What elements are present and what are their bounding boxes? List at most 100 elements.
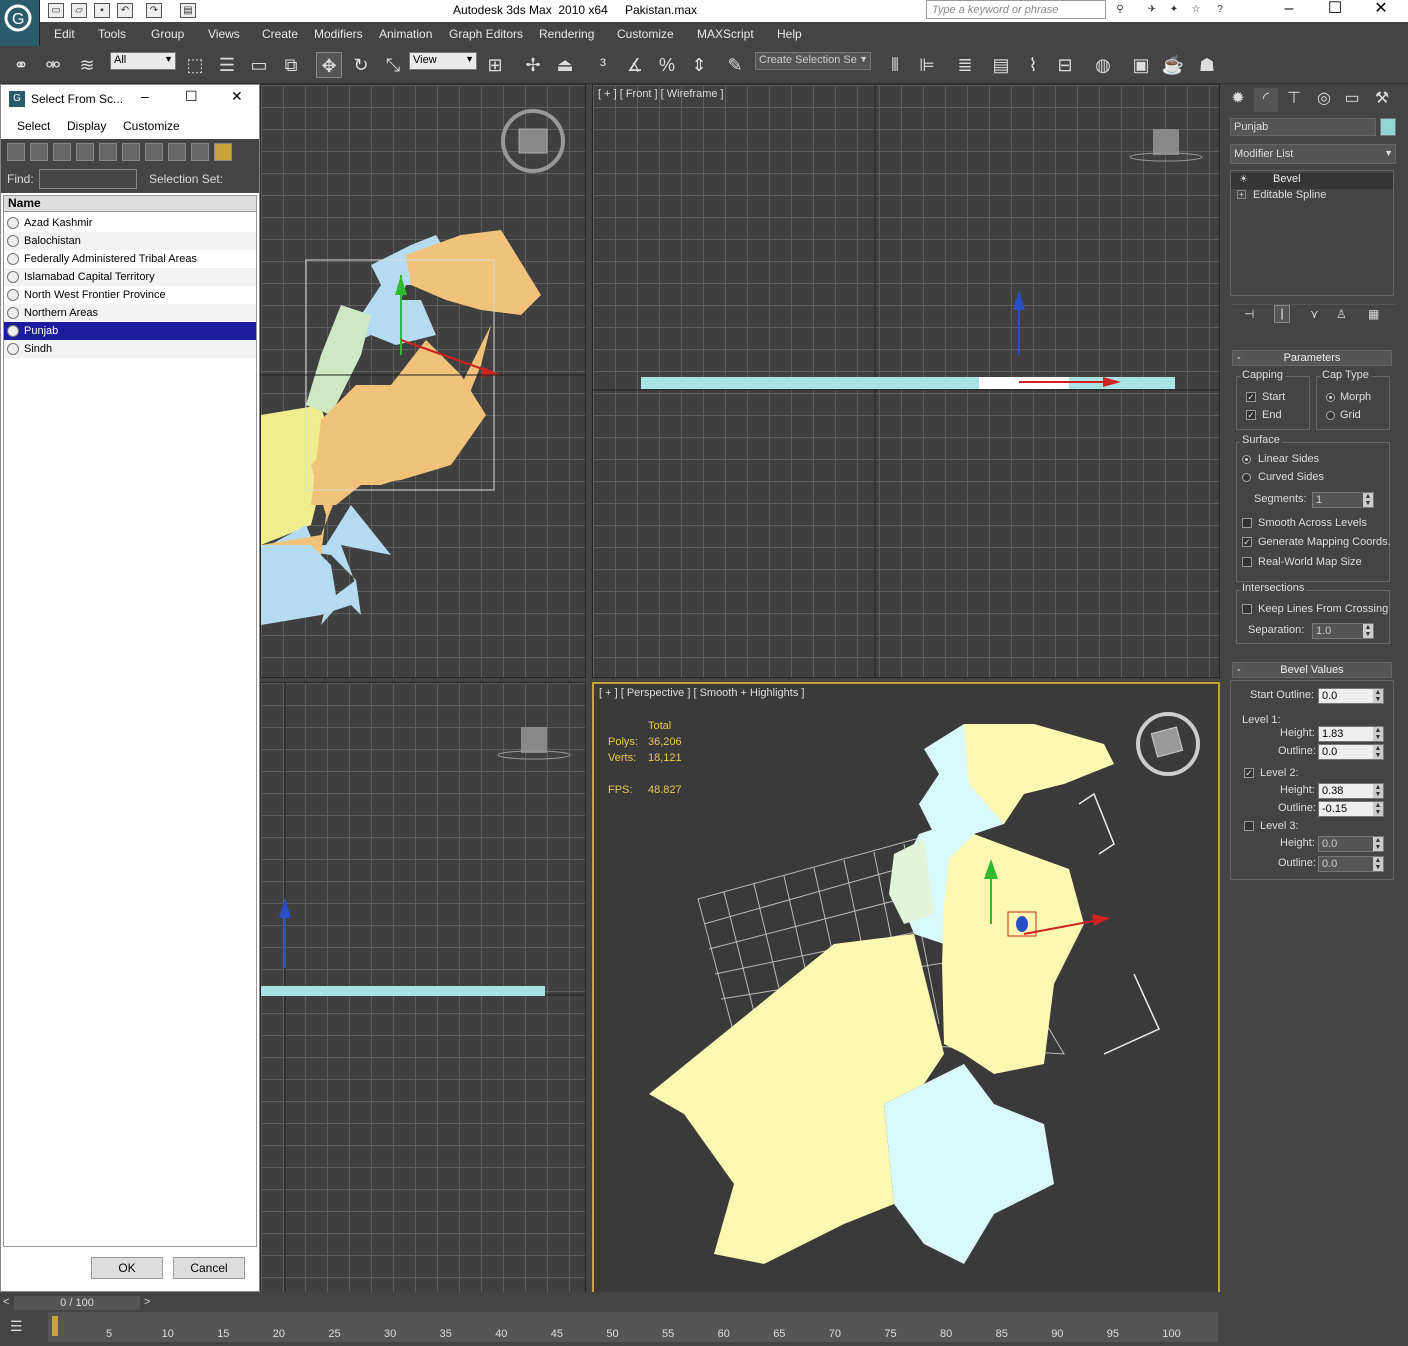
snaps-toggle-icon[interactable]: ³ [590,52,616,78]
dialog-minimize-button[interactable]: – [141,88,149,104]
new-file-icon[interactable]: ▭ [48,3,64,18]
menu-customize[interactable]: Customize [617,27,674,41]
cap-end-checkbox[interactable]: ✓ [1246,410,1256,420]
expand-icon[interactable]: + [1237,190,1246,199]
list-item-balochistan[interactable]: Balochistan [4,232,256,250]
hierarchy-tab-icon[interactable]: ⊤ [1282,88,1306,112]
pin-stack-icon[interactable]: ⊣ [1244,307,1254,321]
level1-height-spinner[interactable]: 1.83 ▲ ▼ [1318,726,1384,742]
filter-xrefs-icon[interactable] [168,143,186,161]
rendered-frame-icon[interactable]: ☕ [1160,52,1186,78]
find-input[interactable] [39,169,137,189]
percent-snap-icon[interactable]: % [654,52,680,78]
binoculars-icon[interactable]: ⚲ [1112,3,1128,18]
render-setup-icon[interactable]: ▣ [1128,52,1154,78]
create-tab-icon[interactable]: ✹ [1226,88,1250,112]
track-bar-icon[interactable]: ☰ [10,1318,23,1335]
level2-height-spinner[interactable]: 0.38 ▲ ▼ [1318,783,1384,799]
level3-height-spinner[interactable]: 0.0 ▲ ▼ [1318,836,1384,852]
list-item-islamabad[interactable]: Islamabad Capital Territory [4,268,256,286]
curved-sides-radio[interactable] [1242,473,1251,482]
named-selection-set-dropdown[interactable]: Create Selection Se ▼ [755,52,871,70]
menu-animation[interactable]: Animation [379,27,432,41]
dialog-title-bar[interactable]: G Select From Sc... – ☐ ✕ [1,85,259,113]
show-end-result-icon[interactable]: | [1274,305,1290,323]
real-world-checkbox[interactable] [1242,557,1252,567]
app-logo-icon[interactable]: G [0,0,40,46]
favorites-icon[interactable]: ☆ [1188,3,1204,18]
modify-tab-icon[interactable]: ◜ [1254,88,1278,112]
time-marker[interactable] [52,1316,58,1336]
unlink-icon[interactable]: ⚮ [40,52,66,78]
start-outline-spinner[interactable]: 0.0 ▲ ▼ [1318,688,1384,704]
project-folder-icon[interactable]: ▤ [180,3,196,18]
bevel-values-rollout[interactable]: - Bevel Values [1232,662,1392,678]
manipulate-icon[interactable]: ✢ [520,52,546,78]
filter-helpers-icon[interactable] [99,143,117,161]
dialog-maximize-button[interactable]: ☐ [185,88,198,105]
stack-item-bevel[interactable]: Bevel [1231,173,1393,189]
list-item-sindh[interactable]: Sindh [4,340,256,358]
pivot-center-icon[interactable]: ⊞ [482,52,508,78]
separation-spinner[interactable]: 1.0 ▲ ▼ [1312,623,1374,639]
maximize-button[interactable]: ☐ [1312,0,1358,20]
object-name-field[interactable]: Punjab [1230,118,1376,136]
link-icon[interactable]: ⚭ [8,52,34,78]
segments-spinner[interactable]: 1 ▲ ▼ [1312,492,1374,508]
next-frame-icon[interactable]: > [144,1296,150,1308]
keep-lines-checkbox[interactable] [1242,604,1252,614]
satellite-icon[interactable]: ✈ [1144,3,1160,18]
filter-shapes-icon[interactable] [30,143,48,161]
minimize-button[interactable]: – [1266,0,1312,20]
level1-outline-spinner[interactable]: 0.0 ▲ ▼ [1318,744,1384,760]
dialog-menu-select[interactable]: Select [17,119,50,133]
motion-tab-icon[interactable]: ◎ [1312,88,1336,112]
render-production-icon[interactable]: ☗ [1194,52,1220,78]
time-slider[interactable]: 0 / 100 [14,1296,140,1310]
track-bar[interactable]: 5 10 15 20 25 30 35 40 45 50 55 60 65 70 75 80 85 90 95 100 [48,1312,1218,1342]
stack-item-editable-spline[interactable]: Editable Spline [1231,189,1393,205]
keyboard-shortcut-icon[interactable]: ⏏ [552,52,578,78]
angle-snap-icon[interactable]: ∡ [622,52,648,78]
configure-sets-icon[interactable]: ▦ [1368,307,1379,321]
filter-groups-icon[interactable] [145,143,163,161]
menu-help[interactable]: Help [777,27,802,41]
display-tab-icon[interactable]: ▭ [1340,88,1364,112]
viewport-top[interactable] [260,84,586,678]
list-item-punjab[interactable]: Punjab [4,322,256,340]
selection-filter-dropdown[interactable]: All ▼ [110,52,176,70]
menu-maxscript[interactable]: MAXScript [697,27,754,41]
curve-editor-icon[interactable]: ⌇ [1020,52,1046,78]
menu-edit[interactable]: Edit [54,27,75,41]
filter-cameras-icon[interactable] [76,143,94,161]
filter-geometry-icon[interactable] [7,143,25,161]
list-item-fata[interactable]: Federally Administered Tribal Areas [4,250,256,268]
list-header-name[interactable]: Name [4,196,256,212]
dialog-menu-customize[interactable]: Customize [123,119,180,133]
window-crossing-icon[interactable]: ⧉ [278,52,304,78]
select-by-name-icon[interactable]: ☰ [214,52,240,78]
display-all-icon[interactable] [214,143,232,161]
material-editor-icon[interactable]: ◍ [1090,52,1116,78]
linear-sides-radio[interactable] [1242,455,1251,464]
object-list[interactable]: Name Azad Kashmir Balochistan Federally … [3,195,257,1247]
mirror-icon[interactable]: ⫴ [882,52,908,78]
level3-outline-spinner[interactable]: 0.0 ▲ ▼ [1318,856,1384,872]
parameters-rollout[interactable]: - Parameters [1232,350,1392,366]
spinner-snap-icon[interactable]: ⇕ [686,52,712,78]
filter-bones-icon[interactable] [191,143,209,161]
align-icon[interactable]: ⊫ [914,52,940,78]
layer-manager-icon[interactable]: ≣ [952,52,978,78]
gen-mapping-checkbox[interactable]: ✓ [1242,537,1252,547]
dialog-close-button[interactable]: ✕ [231,88,243,105]
menu-group[interactable]: Group [151,27,184,41]
dialog-menu-display[interactable]: Display [67,119,106,133]
menu-rendering[interactable]: Rendering [539,27,594,41]
level3-checkbox[interactable] [1244,821,1254,831]
smooth-across-checkbox[interactable] [1242,518,1252,528]
menu-graph-editors[interactable]: Graph Editors [449,27,523,41]
ok-button[interactable]: OK [91,1257,163,1279]
keyword-search-input[interactable]: Type a keyword or phrase [926,0,1106,19]
level2-outline-spinner[interactable]: -0.15 ▲ ▼ [1318,801,1384,817]
level2-checkbox[interactable]: ✓ [1244,768,1254,778]
